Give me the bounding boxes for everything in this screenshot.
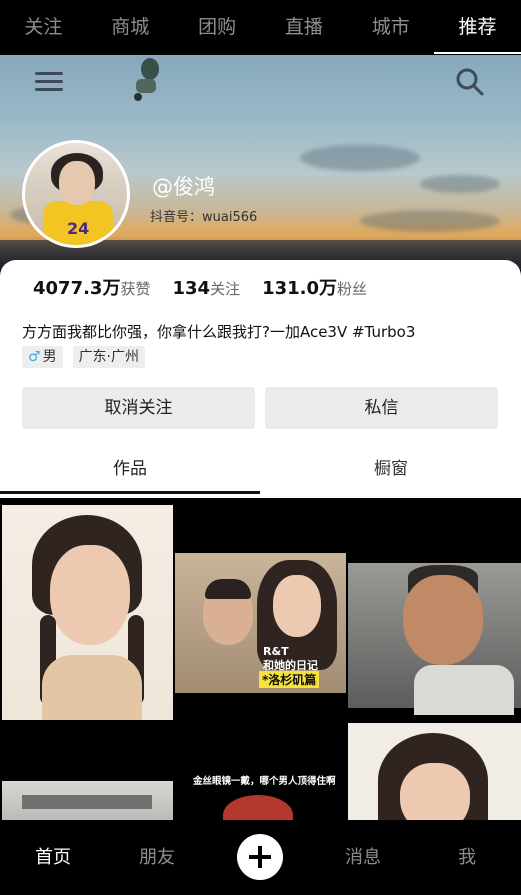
profile-stats: 4077.3万 获赞 134 关注 131.0万 粉丝 xyxy=(33,274,389,300)
username: @俊鸿 xyxy=(152,175,215,199)
nav-friends[interactable]: 朋友 xyxy=(117,820,197,895)
profile-cover: 24 @俊鸿 抖音号：wuai566 xyxy=(0,55,521,270)
video-thumbnail[interactable]: R&T 和她的日记 *洛杉矶篇 xyxy=(175,505,346,720)
profile-tags: ♂ 男 广东·广州 xyxy=(22,346,146,368)
video-thumbnail[interactable] xyxy=(348,723,521,823)
tab-mall[interactable]: 商城 xyxy=(87,0,174,55)
bottom-nav: 首页 朋友 消息 我 xyxy=(0,820,521,895)
nav-messages[interactable]: 消息 xyxy=(323,820,403,895)
video-thumbnail[interactable]: 金丝眼镜一戴，哪个男人顶得住啊 xyxy=(175,723,346,823)
likes-count[interactable]: 4077.3万 xyxy=(33,274,120,300)
avatar-jersey-number: 24 xyxy=(67,219,90,238)
tab-live[interactable]: 直播 xyxy=(260,0,347,55)
cover-cloud xyxy=(420,175,500,193)
followers-count[interactable]: 131.0万 xyxy=(262,274,337,300)
tab-recommend[interactable]: 推荐 xyxy=(434,0,521,55)
gender-label: 男 xyxy=(42,349,57,365)
menu-icon[interactable] xyxy=(35,70,65,94)
overlay-caption: 金丝眼镜一戴，哪个男人顶得住啊 xyxy=(193,776,336,787)
unfollow-button[interactable]: 取消关注 xyxy=(22,387,255,429)
overlay-text: *洛杉矶篇 xyxy=(259,671,320,688)
douyin-id[interactable]: 抖音号：wuai566 xyxy=(150,206,257,225)
nav-home[interactable]: 首页 xyxy=(13,820,93,895)
gender-tag: ♂ 男 xyxy=(22,346,63,368)
followers-label: 粉丝 xyxy=(337,280,368,298)
video-thumbnail[interactable] xyxy=(2,723,173,823)
tab-showcase[interactable]: 橱窗 xyxy=(261,454,521,496)
following-label: 关注 xyxy=(210,280,241,298)
video-thumbnail[interactable] xyxy=(2,505,173,720)
tab-city[interactable]: 城市 xyxy=(347,0,434,55)
location-tag: 广东·广州 xyxy=(72,346,146,368)
tab-following[interactable]: 关注 xyxy=(0,0,87,55)
message-button[interactable]: 私信 xyxy=(265,387,498,429)
tab-works[interactable]: 作品 xyxy=(0,454,260,496)
nav-me[interactable]: 我 xyxy=(427,820,507,895)
tab-group-buy[interactable]: 团购 xyxy=(174,0,261,55)
video-grid: R&T 和她的日记 *洛杉矶篇 金丝眼镜一戴，哪个男人顶得住啊 xyxy=(0,505,521,823)
video-thumbnail[interactable] xyxy=(348,505,521,720)
likes-label: 获赞 xyxy=(120,280,151,298)
following-count[interactable]: 134 xyxy=(172,278,210,299)
bio-text: 方方面我都比你强，你拿什么跟我打?一加Ace3V #Turbo3 xyxy=(22,323,416,341)
male-icon: ♂ xyxy=(28,349,41,365)
avatar[interactable]: 24 xyxy=(22,140,130,248)
top-tab-bar: 关注 商城 团购 直播 城市 推荐 xyxy=(0,0,521,55)
search-icon[interactable] xyxy=(455,67,485,97)
cover-cloud xyxy=(360,210,500,232)
cover-floating-figure xyxy=(134,58,159,101)
cover-cloud xyxy=(300,145,420,171)
profile-card: 4077.3万 获赞 134 关注 131.0万 粉丝 方方面我都比你强，你拿什… xyxy=(0,260,521,498)
create-plus-icon[interactable] xyxy=(237,834,283,880)
